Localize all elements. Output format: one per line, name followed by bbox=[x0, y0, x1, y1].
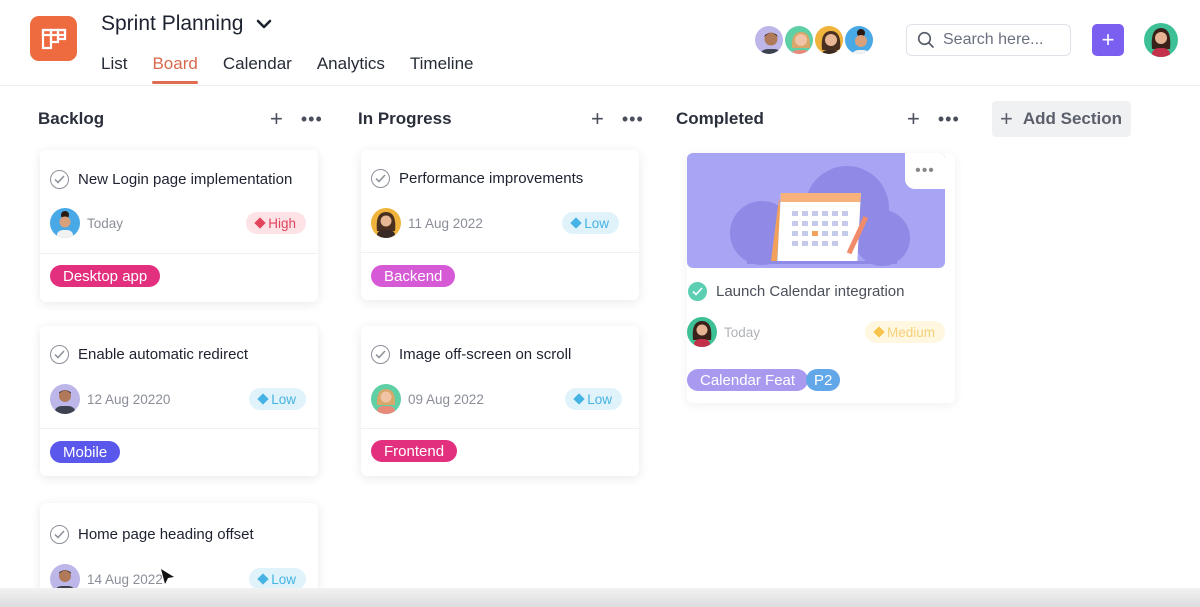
due-date: Today bbox=[87, 215, 124, 231]
task-card[interactable]: Image off-screen on scroll 09 Aug 2022 L… bbox=[361, 326, 639, 476]
column-header-in-progress: In Progress bbox=[358, 106, 452, 132]
plus-icon: + bbox=[1000, 106, 1013, 131]
assignee-avatar[interactable] bbox=[371, 384, 401, 414]
task-title: New Login page implementation bbox=[78, 171, 293, 188]
avatar[interactable] bbox=[783, 24, 815, 56]
priority-badge: Low bbox=[249, 388, 306, 410]
column-title: Backlog bbox=[38, 109, 105, 128]
diamond-icon bbox=[873, 326, 885, 338]
column-actions: + ••• bbox=[591, 106, 644, 132]
diamond-icon bbox=[570, 217, 582, 229]
more-options-button[interactable]: ••• bbox=[301, 110, 323, 128]
search-box[interactable] bbox=[906, 24, 1071, 56]
diamond-icon bbox=[257, 393, 269, 405]
priority-badge: Low bbox=[249, 568, 306, 590]
column-actions: + ••• bbox=[270, 106, 323, 132]
diamond-icon bbox=[257, 573, 269, 585]
add-task-button[interactable]: + bbox=[591, 108, 604, 130]
avatar[interactable] bbox=[843, 24, 875, 56]
priority-badge: Medium bbox=[864, 321, 945, 343]
more-options-button[interactable]: ••• bbox=[938, 110, 960, 128]
task-card[interactable]: Performance improvements 11 Aug 2022 Low… bbox=[361, 150, 639, 300]
due-date: 09 Aug 2022 bbox=[408, 391, 484, 407]
bottom-edge bbox=[0, 588, 1200, 607]
tab-board[interactable]: Board bbox=[152, 54, 199, 84]
tab-timeline[interactable]: Timeline bbox=[410, 54, 474, 84]
assignee-avatar[interactable] bbox=[687, 317, 717, 347]
column-title: In Progress bbox=[358, 109, 452, 128]
tag-badge[interactable]: P2 bbox=[806, 369, 841, 391]
task-title: Enable automatic redirect bbox=[78, 346, 249, 363]
avatar[interactable] bbox=[753, 24, 785, 56]
due-date: 11 Aug 2022 bbox=[408, 215, 483, 231]
add-task-button[interactable]: + bbox=[270, 108, 283, 130]
check-circle-icon[interactable] bbox=[371, 345, 390, 364]
check-circle-icon[interactable] bbox=[50, 170, 69, 189]
column-header-backlog: Backlog bbox=[38, 106, 104, 132]
task-title: Image off-screen on scroll bbox=[399, 346, 572, 363]
assignee-avatar[interactable] bbox=[50, 384, 80, 414]
priority-badge: High bbox=[246, 212, 306, 234]
task-title: Performance improvements bbox=[399, 170, 584, 187]
user-avatar[interactable] bbox=[1144, 23, 1178, 57]
add-task-button[interactable]: + bbox=[907, 108, 920, 130]
diamond-icon bbox=[254, 217, 266, 229]
due-date: 14 Aug 2022 bbox=[87, 571, 163, 587]
tag-badge[interactable]: Calendar Feat bbox=[687, 369, 809, 391]
task-card[interactable]: New Login page implementation Today High… bbox=[40, 150, 318, 302]
project-title-dropdown[interactable]: Sprint Planning bbox=[101, 12, 273, 36]
column-header-completed: Completed bbox=[676, 106, 764, 132]
check-circle-icon[interactable] bbox=[688, 282, 707, 301]
add-button[interactable]: + bbox=[1092, 24, 1124, 56]
tag-badge[interactable]: Desktop app bbox=[50, 265, 161, 287]
check-circle-icon[interactable] bbox=[371, 169, 390, 188]
assignee-avatar[interactable] bbox=[50, 208, 80, 238]
task-card[interactable]: Enable automatic redirect 12 Aug 20220 L… bbox=[40, 326, 318, 476]
chevron-down-icon bbox=[257, 19, 272, 29]
task-title: Home page heading offset bbox=[78, 526, 254, 543]
search-icon bbox=[917, 31, 934, 48]
tab-list[interactable]: List bbox=[101, 54, 127, 84]
due-date: 12 Aug 20220 bbox=[87, 391, 171, 407]
avatar[interactable] bbox=[813, 24, 845, 56]
tag-badge[interactable]: Frontend bbox=[371, 440, 458, 462]
due-date: Today bbox=[724, 324, 761, 340]
project-title: Sprint Planning bbox=[101, 12, 244, 35]
column-actions: + ••• bbox=[907, 106, 960, 132]
divider bbox=[40, 253, 318, 254]
add-section-button[interactable]: + Add Section bbox=[992, 101, 1131, 137]
add-section-label: Add Section bbox=[1022, 109, 1123, 128]
board-icon bbox=[41, 28, 66, 49]
tag-badge[interactable]: Mobile bbox=[50, 441, 121, 463]
more-options-button[interactable]: ••• bbox=[622, 110, 644, 128]
app-logo[interactable] bbox=[30, 16, 77, 61]
task-title: Launch Calendar integration bbox=[716, 283, 905, 300]
divider bbox=[361, 428, 639, 429]
task-card[interactable]: ••• Launch Calendar integration Today Me… bbox=[687, 153, 955, 403]
diamond-icon bbox=[573, 393, 585, 405]
divider bbox=[40, 428, 318, 429]
tab-calendar[interactable]: Calendar bbox=[223, 54, 292, 84]
view-tabs: List Board Calendar Analytics Timeline bbox=[101, 54, 498, 84]
assignee-avatar[interactable] bbox=[371, 208, 401, 238]
mouse-cursor-icon bbox=[161, 569, 174, 584]
tag-badge[interactable]: Backend bbox=[371, 265, 456, 287]
search-input[interactable] bbox=[943, 31, 1063, 49]
priority-badge: Low bbox=[565, 388, 622, 410]
column-title: Completed bbox=[676, 109, 764, 128]
more-options-button[interactable]: ••• bbox=[905, 153, 945, 189]
cover-image: ••• bbox=[687, 153, 945, 268]
top-header: Sprint Planning List Board Calendar Anal… bbox=[0, 0, 1200, 86]
check-circle-icon[interactable] bbox=[50, 345, 69, 364]
priority-badge: Low bbox=[562, 212, 619, 234]
tab-analytics[interactable]: Analytics bbox=[317, 54, 385, 84]
check-circle-icon[interactable] bbox=[50, 525, 69, 544]
team-avatars bbox=[753, 24, 875, 56]
divider bbox=[361, 252, 639, 253]
